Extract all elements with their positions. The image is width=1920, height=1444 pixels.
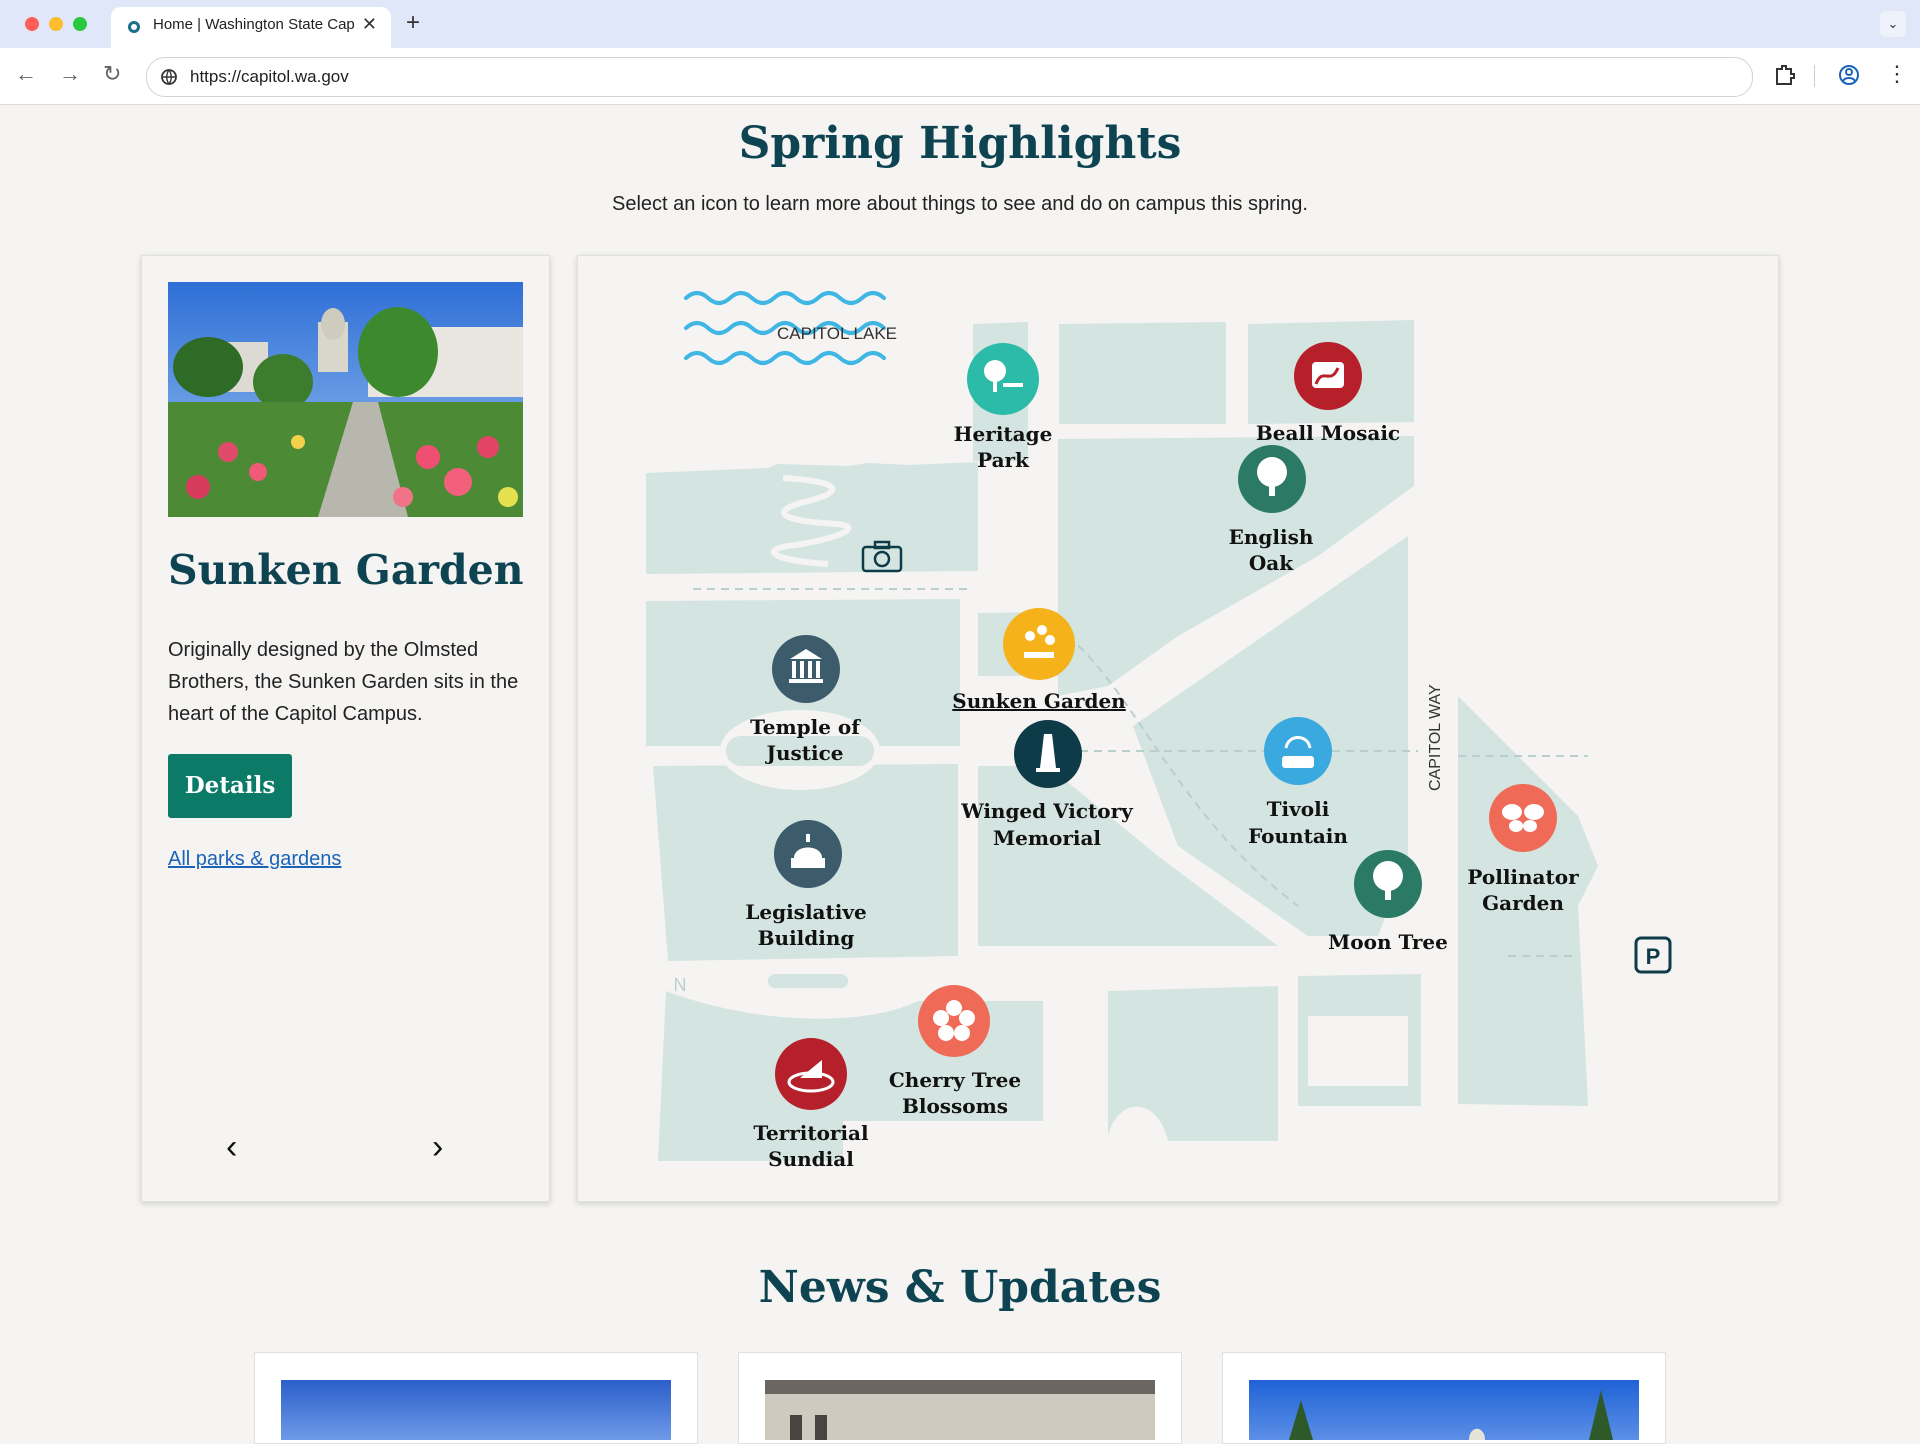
extensions-icon[interactable]: [1773, 62, 1797, 88]
svg-text:Pollinator: Pollinator: [1467, 865, 1579, 889]
tab-close-icon[interactable]: ✕: [362, 14, 377, 35]
all-parks-gardens-link[interactable]: All parks & gardens: [168, 848, 341, 871]
new-tab-button[interactable]: +: [406, 9, 420, 37]
close-window-button[interactable]: [25, 17, 39, 31]
highlight-title: Sunken Garden: [168, 546, 524, 594]
svg-text:P: P: [1646, 944, 1661, 969]
news-card[interactable]: [1222, 1352, 1666, 1444]
browser-tab[interactable]: Home | Washington State Cap ✕: [111, 7, 391, 48]
highlight-description: Originally designed by the Olmsted Broth…: [168, 639, 519, 725]
svg-text:Fountain: Fountain: [1248, 824, 1348, 848]
details-button[interactable]: Details: [168, 754, 292, 818]
map-block: [1059, 322, 1226, 424]
news-image: [765, 1380, 1155, 1440]
url-text: https://capitol.wa.gov: [190, 67, 349, 86]
svg-text:English: English: [1229, 525, 1314, 549]
map-courtyard: [1308, 1016, 1408, 1086]
map-oval: [768, 974, 848, 988]
maximize-window-button[interactable]: [73, 17, 87, 31]
profile-icon[interactable]: [1837, 62, 1861, 88]
svg-text:Legislative: Legislative: [745, 900, 866, 924]
svg-text:Justice: Justice: [764, 741, 843, 765]
browser-menu-button[interactable]: ⋮: [1886, 61, 1908, 87]
map-block: [1108, 986, 1278, 1141]
svg-text:Building: Building: [758, 926, 855, 950]
north-indicator: N: [674, 975, 687, 995]
lake-wave: [684, 291, 886, 305]
address-bar[interactable]: https://capitol.wa.gov: [146, 57, 1753, 97]
svg-text:Moon Tree: Moon Tree: [1328, 930, 1448, 954]
svg-text:Sundial: Sundial: [768, 1147, 854, 1171]
news-image: [281, 1380, 671, 1440]
forward-button[interactable]: →: [59, 61, 81, 87]
site-info-icon[interactable]: [159, 67, 179, 87]
lake-wave: [684, 351, 886, 365]
mosaic-icon: [1312, 362, 1344, 388]
news-card[interactable]: [738, 1352, 1182, 1444]
next-highlight-button[interactable]: ›: [432, 1128, 443, 1167]
capitol-lake-label: CAPITOL LAKE: [777, 324, 897, 343]
toolbar-divider: [1814, 65, 1815, 87]
campus-map-card: .land{fill:#d3e4e1;} .lbl{font-family:"D…: [577, 255, 1779, 1202]
tab-title: Home | Washington State Cap: [153, 16, 355, 33]
svg-text:Garden: Garden: [1482, 891, 1564, 915]
svg-text:Territorial: Territorial: [753, 1121, 869, 1145]
svg-text:Winged Victory: Winged Victory: [960, 799, 1134, 823]
reload-button[interactable]: ↻: [103, 61, 121, 87]
highlight-info-card: Sunken Garden Originally designed by the…: [141, 255, 550, 1202]
browser-tab-bar: Home | Washington State Cap ✕ + ⌄: [0, 0, 1920, 48]
spring-highlights-subheading: Select an icon to learn more about thing…: [612, 193, 1308, 215]
sunken-garden-photo: [168, 282, 523, 517]
news-updates-heading: News & Updates: [758, 1262, 1162, 1313]
svg-text:Memorial: Memorial: [993, 826, 1101, 850]
back-button[interactable]: ←: [15, 61, 37, 87]
svg-text:Blossoms: Blossoms: [902, 1094, 1008, 1118]
minimize-window-button[interactable]: [49, 17, 63, 31]
campus-map: .land{fill:#d3e4e1;} .lbl{font-family:"D…: [646, 291, 1672, 1171]
svg-text:Oak: Oak: [1249, 551, 1294, 575]
tab-search-button[interactable]: ⌄: [1880, 11, 1906, 37]
news-card[interactable]: [254, 1352, 698, 1444]
parking-icon[interactable]: P: [1634, 936, 1672, 974]
svg-text:Sunken Garden: Sunken Garden: [952, 689, 1126, 713]
capitol-way-label: CAPITOL WAY: [1427, 684, 1444, 791]
svg-text:Beall Mosaic: Beall Mosaic: [1256, 421, 1400, 445]
svg-text:Tivoli: Tivoli: [1267, 797, 1330, 821]
svg-text:Park: Park: [977, 448, 1030, 472]
svg-text:Cherry Tree: Cherry Tree: [889, 1068, 1021, 1092]
marker-heritage-park[interactable]: Heritage Park: [954, 343, 1053, 472]
news-image: [1249, 1380, 1639, 1440]
svg-text:Temple of: Temple of: [750, 715, 861, 739]
spring-highlights-heading: Spring Highlights: [738, 118, 1182, 169]
browser-toolbar: ← → ↻ https://capitol.wa.gov ⋮: [0, 48, 1920, 105]
previous-highlight-button[interactable]: ‹: [226, 1128, 237, 1167]
site-favicon-icon: [128, 21, 140, 33]
svg-text:Heritage: Heritage: [954, 422, 1053, 446]
